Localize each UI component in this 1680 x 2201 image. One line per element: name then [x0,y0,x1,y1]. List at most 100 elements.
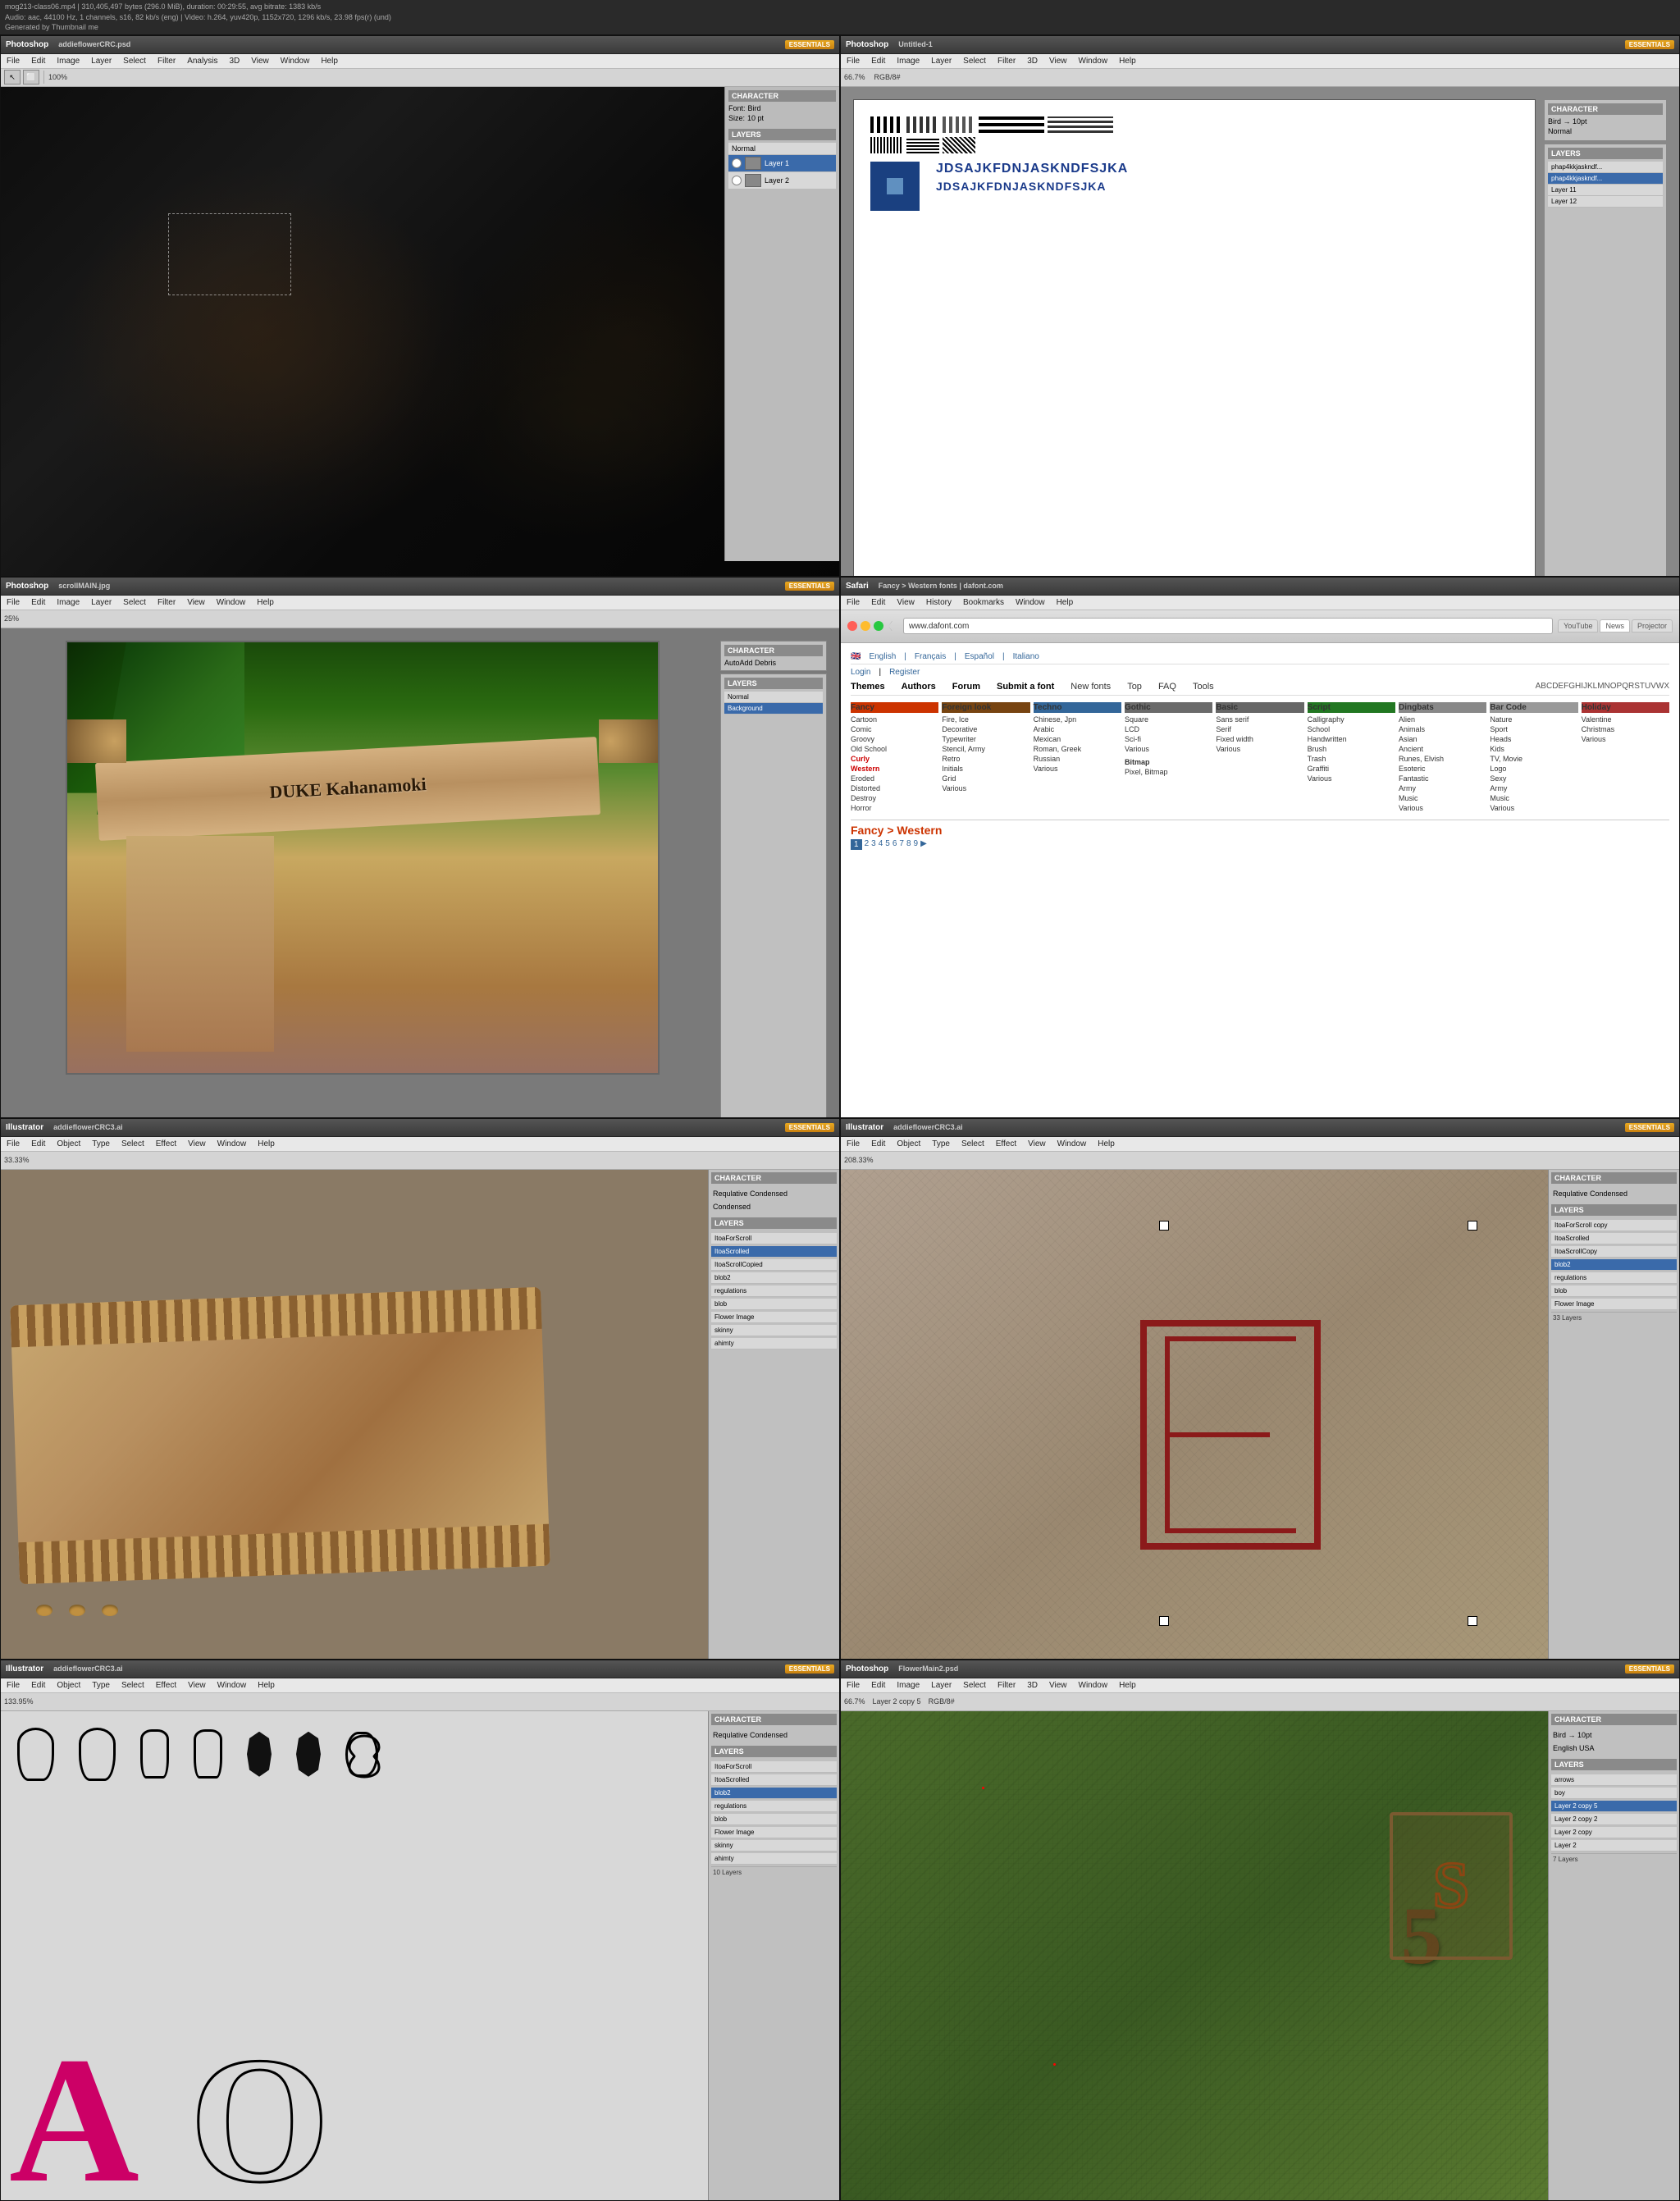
il-layer-7-skinny[interactable]: skinny [711,1840,837,1852]
script-various[interactable]: Various [1308,774,1395,783]
menu-help-2[interactable]: Help [1116,56,1139,66]
nav-faq[interactable]: FAQ [1158,682,1176,692]
page-1[interactable]: 1 [851,839,862,850]
script-handwritten[interactable]: Handwritten [1308,734,1395,744]
techno-chinese[interactable]: Chinese, Jpn [1034,715,1121,724]
menu-type-6[interactable]: Type [929,1139,952,1149]
script-trash[interactable]: Trash [1308,754,1395,764]
min-btn[interactable] [861,621,870,631]
menu-file-5[interactable]: File [4,1139,22,1149]
foreign-grid[interactable]: Grid [942,774,1029,783]
fancy-horror[interactable]: Horror [851,803,938,813]
menu-image-3[interactable]: Image [54,597,82,608]
barcode-heads[interactable]: Heads [1490,734,1577,744]
barcode-kids[interactable]: Kids [1490,744,1577,754]
fancy-curly[interactable]: Curly [851,754,938,764]
il-layer-6-4[interactable]: blob2 [1551,1259,1677,1271]
menu-layer-2[interactable]: Layer [929,56,954,66]
il-layer-scroll-2[interactable]: ItoaScrolled [711,1246,837,1258]
menu-view-4[interactable]: View [894,597,917,608]
register-link[interactable]: Register [889,668,920,677]
fancy-groovy[interactable]: Groovy [851,734,938,744]
il-layer-6-2[interactable]: ItoaScrolled [1551,1233,1677,1244]
barcode-various[interactable]: Various [1490,803,1577,813]
nav-authors[interactable]: Authors [902,682,936,692]
fancy-distorted[interactable]: Distorted [851,783,938,793]
menu-help-7[interactable]: Help [255,1680,277,1691]
toolbar-6[interactable]: 208.33% [841,1152,1679,1170]
il-layer-scroll-1[interactable]: ItoaForScroll [711,1233,837,1244]
tab-projector[interactable]: Projector [1632,619,1673,632]
layer-background-3[interactable]: Background [724,703,823,715]
menu-view-3[interactable]: View [185,597,208,608]
dingbats-esoteric[interactable]: Esoteric [1399,764,1486,774]
nav-tools[interactable]: Tools [1193,682,1214,692]
il-layer-7-regs[interactable]: regulations [711,1801,837,1812]
il-layer-7-ahimty[interactable]: ahimty [711,1853,837,1865]
script-brush[interactable]: Brush [1308,744,1395,754]
toolbar-1[interactable]: ↖ ⬜ 100% [1,69,839,87]
barcode-sport[interactable]: Sport [1490,724,1577,734]
techno-arabic[interactable]: Arabic [1034,724,1121,734]
dingbats-army[interactable]: Army [1399,783,1486,793]
fancy-destroy[interactable]: Destroy [851,793,938,803]
barcode-army[interactable]: Army [1490,783,1577,793]
layer-item-1[interactable]: Layer 1 [728,155,836,172]
menu-view-6[interactable]: View [1025,1139,1048,1149]
il-layer-7-1[interactable]: ItoaForScroll [711,1761,837,1773]
menu-select-7[interactable]: Select [119,1680,147,1691]
menu-image-2[interactable]: Image [894,56,922,66]
barcode-nature[interactable]: Nature [1490,715,1577,724]
menu-window-5[interactable]: Window [215,1139,249,1149]
nav-submit[interactable]: Submit a font [997,682,1054,692]
menu-help-4[interactable]: Help [1054,597,1076,608]
gothic-square[interactable]: Square [1125,715,1212,724]
foreign-typewriter[interactable]: Typewriter [942,734,1029,744]
ps-layer-8-layer2[interactable]: Layer 2 [1551,1840,1677,1852]
tool-move[interactable]: ↖ [4,70,21,84]
tool-select[interactable]: ⬜ [23,70,39,84]
page-9[interactable]: 9 [914,839,919,850]
dingbats-runes[interactable]: Runes, Elvish [1399,754,1486,764]
menu-window-2[interactable]: Window [1076,56,1111,66]
menu-layer-1[interactable]: Layer [89,56,114,66]
menu-bar-6[interactable]: File Edit Object Type Select Effect View… [841,1137,1679,1152]
menu-filter-3[interactable]: Filter [155,597,178,608]
holiday-various[interactable]: Various [1582,734,1669,744]
page-3[interactable]: 3 [871,839,876,850]
dingbats-fantastic[interactable]: Fantastic [1399,774,1486,783]
menu-bar-4[interactable]: File Edit View History Bookmarks Window … [841,596,1679,610]
il-layer-6-6[interactable]: blob [1551,1285,1677,1297]
il-layer-flower[interactable]: Flower Image [711,1312,837,1323]
page-5[interactable]: 5 [885,839,890,850]
url-bar[interactable]: www.dafont.com [903,618,1553,634]
menu-window-8[interactable]: Window [1076,1680,1111,1691]
menu-select-6[interactable]: Select [959,1139,987,1149]
menu-image-8[interactable]: Image [894,1680,922,1691]
bitmap-pixel[interactable]: Pixel, Bitmap [1125,767,1212,777]
ps-layer-1[interactable]: phap4kkjaskndf... [1548,162,1663,173]
il-layer-regs[interactable]: regulations [711,1285,837,1297]
ps-layer-2-active[interactable]: phap4kkjaskndf... [1548,173,1663,185]
tab-news[interactable]: News [1600,619,1630,632]
il-layer-7-blob[interactable]: blob [711,1814,837,1825]
menu-image-1[interactable]: Image [54,56,82,66]
menu-view-1[interactable]: View [249,56,272,66]
menu-type-7[interactable]: Type [89,1680,112,1691]
ps-layer-8-copy[interactable]: Layer 2 copy [1551,1827,1677,1838]
foreign-stencil[interactable]: Stencil, Army [942,744,1029,754]
toolbar-2[interactable]: 66.7% RGB/8# [841,69,1679,87]
back-btn[interactable] [888,621,898,631]
menu-help-1[interactable]: Help [318,56,340,66]
nav-new[interactable]: New fonts [1071,682,1111,692]
fancy-oldschool[interactable]: Old School [851,744,938,754]
menu-select-1[interactable]: Select [121,56,148,66]
il-layer-6-5[interactable]: regulations [1551,1272,1677,1284]
gothic-various[interactable]: Various [1125,744,1212,754]
nav-themes[interactable]: Themes [851,682,885,692]
dingbats-alien[interactable]: Alien [1399,715,1486,724]
fancy-comic[interactable]: Comic [851,724,938,734]
il-layer-blob[interactable]: blob [711,1299,837,1310]
menu-bookmarks-4[interactable]: Bookmarks [961,597,1007,608]
il-layer-scroll-3[interactable]: ItoaScrollCopied [711,1259,837,1271]
